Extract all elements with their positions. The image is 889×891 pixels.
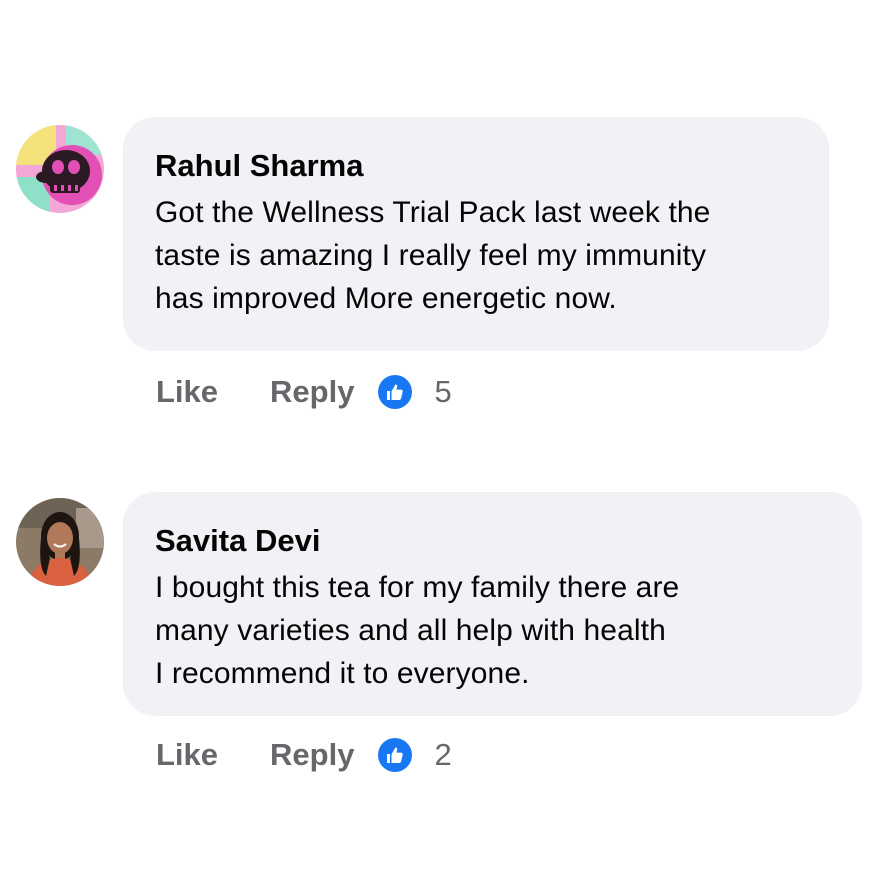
like-button[interactable]: Like [156,370,218,414]
comment-text-line: Got the Wellness Trial Pack last week th… [155,196,711,229]
comment-author[interactable]: Rahul Sharma [155,147,797,185]
comment-actions: Like Reply 5 [156,370,452,414]
comment-text-line: taste is amazing I really feel my immuni… [155,239,707,272]
thumbs-up-icon[interactable] [378,738,413,772]
comment-bubble: Rahul Sharma Got the Wellness Trial Pack… [123,117,829,351]
comment-text-line: I recommend it to everyone. [155,657,530,690]
reaction-count[interactable]: 2 [434,733,451,777]
avatar[interactable] [16,498,104,586]
woman-avatar-image [16,498,104,586]
comment-text: I bought this tea for my family there ar… [155,566,830,695]
comment-bubble: Savita Devi I bought this tea for my fam… [123,492,862,716]
comment-actions: Like Reply 2 [156,733,452,777]
comment-author[interactable]: Savita Devi [155,522,830,560]
skull-avatar-image [16,125,104,213]
reply-button[interactable]: Reply [270,370,354,414]
comment-text-line: many varieties and all help with health [155,614,666,647]
reply-button[interactable]: Reply [270,733,354,777]
reaction-count[interactable]: 5 [434,370,451,414]
comment-text: Got the Wellness Trial Pack last week th… [155,191,797,320]
comment-text-line: I bought this tea for my family there ar… [155,571,680,604]
avatar[interactable] [16,125,104,213]
like-button[interactable]: Like [156,733,218,777]
comment-text-line: has improved More energetic now. [155,282,617,315]
thumbs-up-icon[interactable] [378,375,413,409]
